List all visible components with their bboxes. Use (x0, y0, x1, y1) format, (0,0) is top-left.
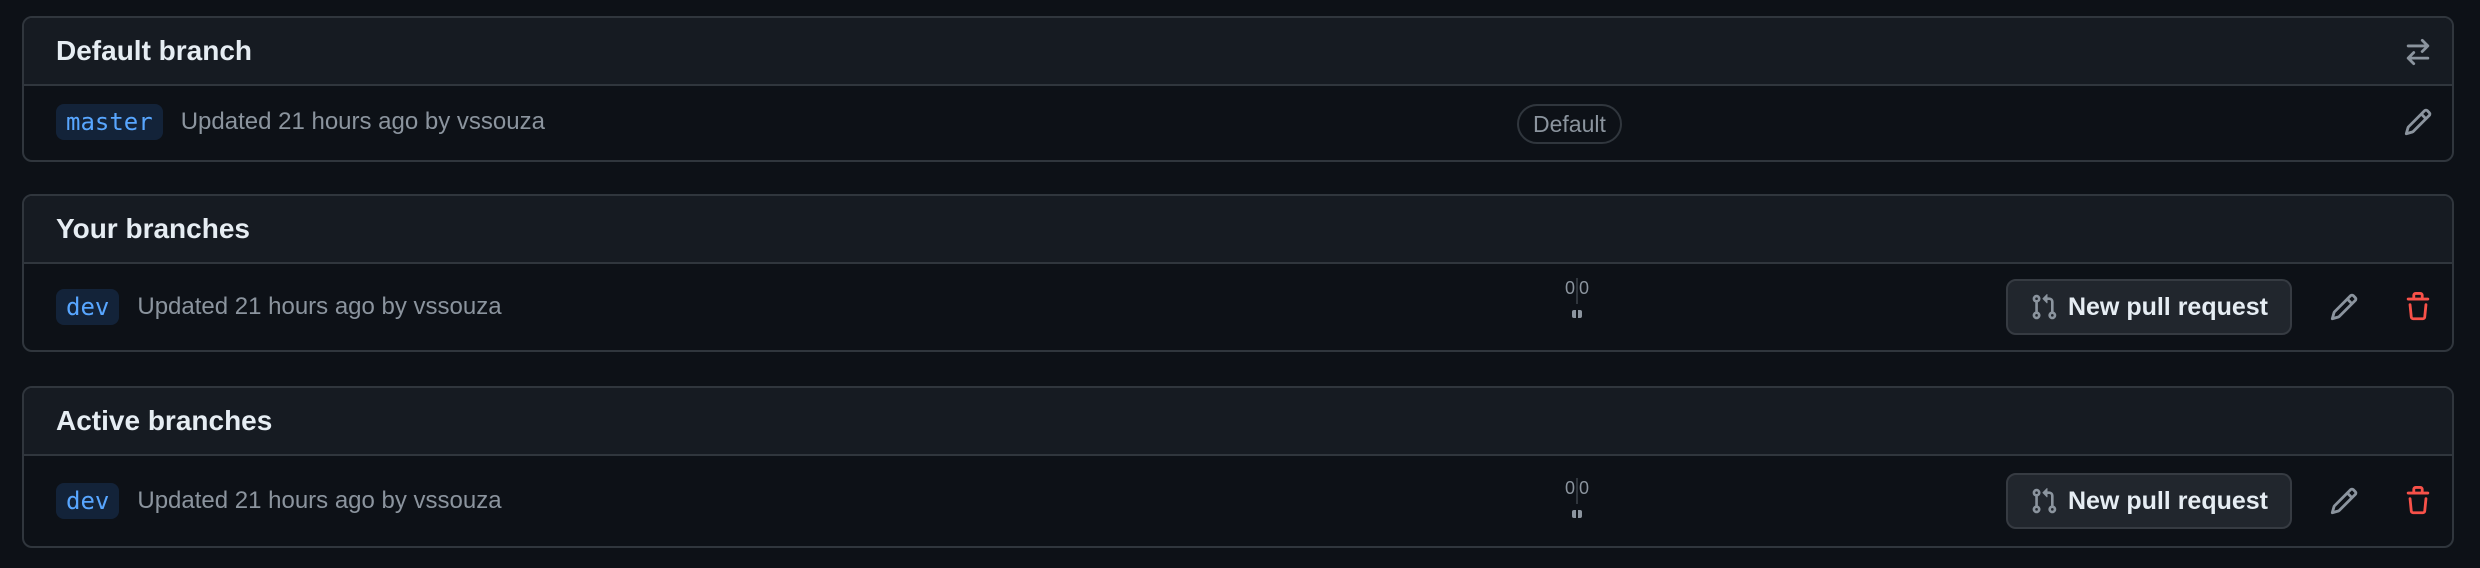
updated-text: Updated 21 hours ago by vssouza (180, 108, 545, 135)
default-branch-box: Default branch master Updated 21 hours a… (22, 16, 2454, 162)
arrow-switch-icon[interactable] (2398, 32, 2438, 72)
new-pull-request-button[interactable]: New pull request (2006, 279, 2292, 335)
trash-icon[interactable] (2398, 287, 2438, 327)
pencil-icon[interactable] (2324, 481, 2364, 521)
default-branch-header: Default branch (24, 18, 2452, 86)
your-branches-box: Your branches dev Updated 21 hours ago b… (22, 194, 2454, 352)
ahead-bar (1578, 310, 1582, 318)
branch-row: dev Updated 21 hours ago by vssouza 0 0 … (24, 456, 2452, 546)
ahead-behind-counter: 0 0 (1552, 278, 1602, 322)
updated-text: Updated 21 hours ago by vssouza (137, 293, 502, 320)
behind-count: 0 (1564, 278, 1575, 298)
pencil-icon[interactable] (2398, 102, 2438, 142)
behind-bar (1572, 510, 1576, 518)
ahead-behind-counter: 0 0 (1552, 478, 1602, 522)
git-pull-request-icon (2032, 294, 2057, 320)
default-badge: Default (1517, 104, 1622, 144)
branch-row: dev Updated 21 hours ago by vssouza 0 0 … (24, 264, 2452, 350)
pencil-icon[interactable] (2324, 287, 2364, 327)
ahead-bar (1578, 510, 1582, 518)
your-branches-header: Your branches (24, 196, 2452, 264)
ahead-count: 0 (1579, 278, 1590, 298)
new-pull-request-label: New pull request (2067, 292, 2269, 321)
behind-bar (1572, 310, 1576, 318)
new-pull-request-label: New pull request (2067, 486, 2269, 515)
new-pull-request-button[interactable]: New pull request (2006, 473, 2292, 529)
section-title: Default branch (56, 35, 253, 66)
active-branches-box: Active branches dev Updated 21 hours ago… (22, 386, 2454, 548)
updated-text: Updated 21 hours ago by vssouza (137, 487, 502, 514)
active-branches-header: Active branches (24, 388, 2452, 456)
section-title: Active branches (56, 405, 273, 436)
behind-count: 0 (1564, 478, 1575, 498)
branch-name-link[interactable]: dev (56, 483, 120, 519)
trash-icon[interactable] (2398, 481, 2438, 521)
ahead-count: 0 (1579, 478, 1590, 498)
branch-row: master Updated 21 hours ago by vssouza D… (24, 86, 2452, 158)
ahead-behind-divider (1576, 278, 1578, 304)
branch-name-link[interactable]: dev (56, 289, 120, 325)
section-title: Your branches (56, 213, 250, 244)
branch-name-link[interactable]: master (56, 104, 163, 140)
ahead-behind-divider (1576, 478, 1578, 504)
git-pull-request-icon (2032, 488, 2057, 514)
